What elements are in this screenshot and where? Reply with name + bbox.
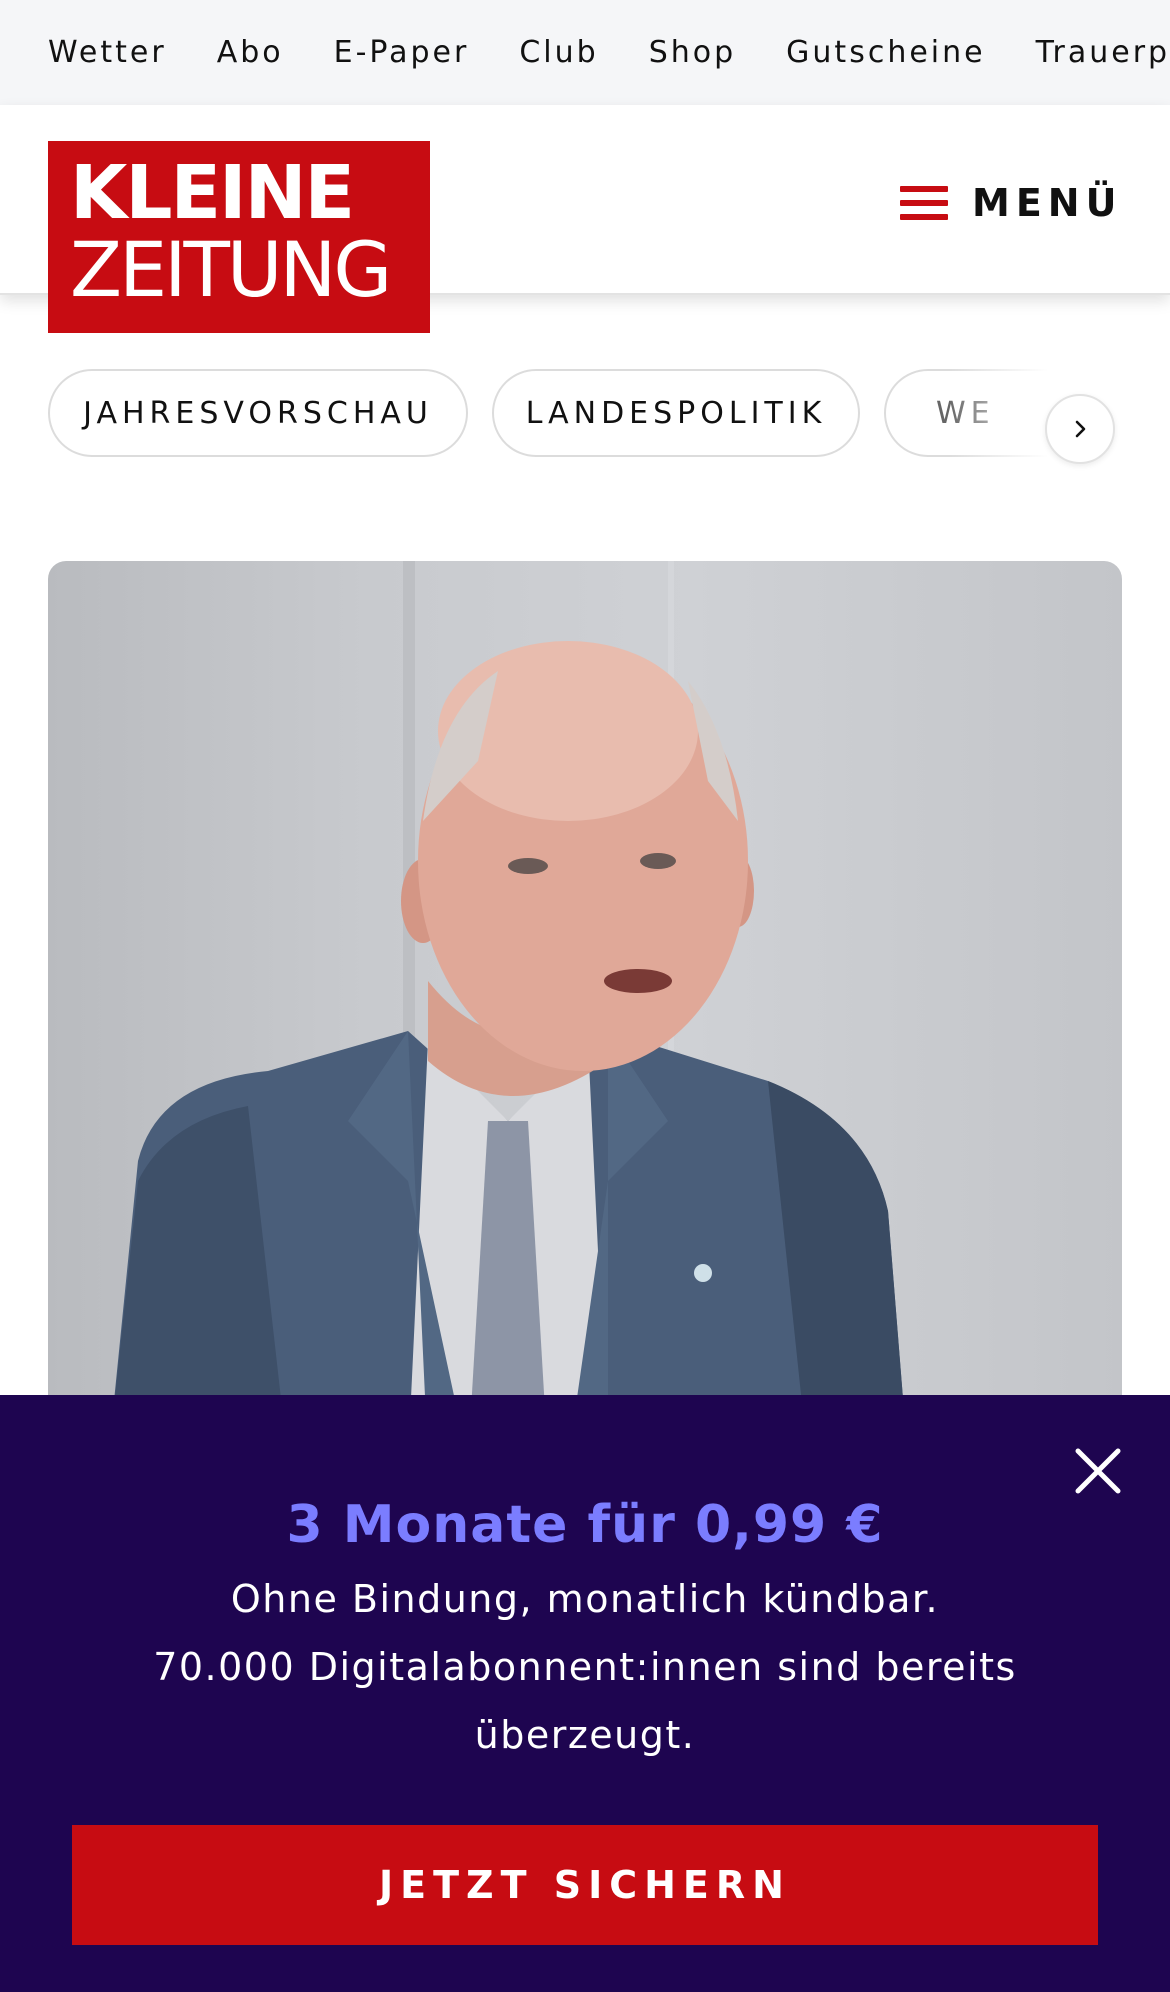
promo-subline: Ohne Bindung, monatlich kündbar. — [230, 1577, 940, 1621]
hero-image[interactable] — [48, 561, 1122, 1461]
promo-social-proof: 70.000 Digitalabonnent:innen sind bereit… — [153, 1645, 1017, 1689]
logo-line-2: ZEITUNG — [70, 225, 392, 314]
close-icon — [1075, 1448, 1121, 1494]
top-nav-item-abo[interactable]: Abo — [217, 35, 284, 70]
topic-pill-jahresvorschau[interactable]: JAHRESVORSCHAU — [48, 369, 468, 457]
jetzt-sichern-button[interactable]: JETZT SICHERN — [72, 1825, 1098, 1945]
hamburger-icon — [900, 186, 948, 220]
pills-next-button[interactable] — [1045, 394, 1115, 464]
menu-button[interactable]: MENÜ — [900, 165, 1122, 241]
topic-pills: JAHRESVORSCHAU LANDESPOLITIK WE — [48, 369, 1170, 457]
top-utility-nav: Wetter Abo E-Paper Club Shop Gutscheine … — [0, 0, 1170, 105]
promo-close-button[interactable] — [1072, 1445, 1124, 1497]
top-nav-item-club[interactable]: Club — [519, 35, 598, 70]
top-nav-list: Wetter Abo E-Paper Club Shop Gutscheine … — [48, 0, 1170, 105]
topic-pill-landespolitik[interactable]: LANDESPOLITIK — [492, 369, 860, 457]
menu-label: MENÜ — [972, 181, 1123, 225]
promo-social-proof-cont: überzeugt. — [474, 1713, 696, 1757]
chevron-right-icon — [1075, 420, 1086, 438]
site-header: KLEINE ZEITUNG MENÜ — [0, 105, 1170, 333]
top-nav-item-trauerportal[interactable]: Trauerpo — [1036, 35, 1170, 70]
subscription-promo: 3 Monate für 0,99 € Ohne Bindung, monatl… — [0, 1395, 1170, 1992]
top-nav-item-wetter[interactable]: Wetter — [48, 35, 167, 70]
top-nav-item-epaper[interactable]: E-Paper — [334, 35, 470, 70]
logo-line-1: KLEINE — [70, 150, 355, 236]
top-nav-item-gutscheine[interactable]: Gutscheine — [786, 35, 985, 70]
promo-headline: 3 Monate für 0,99 € — [286, 1495, 884, 1555]
top-nav-item-shop[interactable]: Shop — [649, 35, 736, 70]
site-logo[interactable]: KLEINE ZEITUNG — [48, 141, 430, 333]
portrait-photo — [48, 561, 1122, 1461]
